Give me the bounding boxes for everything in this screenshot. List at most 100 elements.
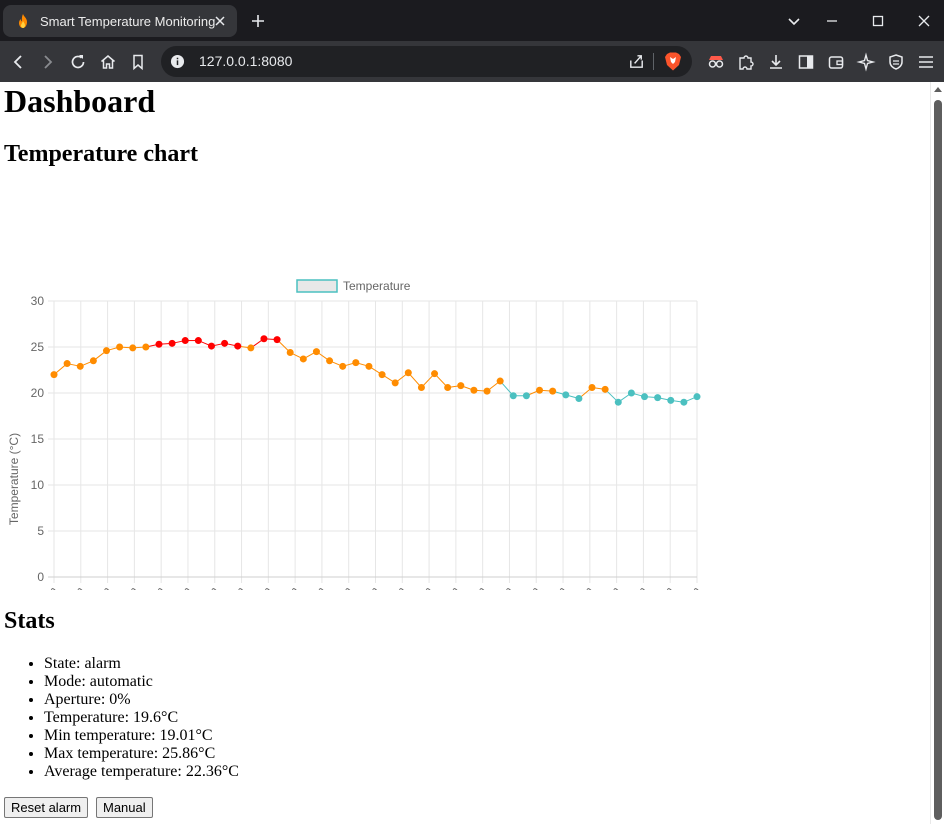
new-tab-icon[interactable]: [249, 12, 267, 30]
data-point: [89, 357, 97, 365]
data-point: [326, 357, 334, 365]
share-icon[interactable]: [627, 52, 646, 71]
data-point: [667, 396, 675, 404]
bookmark-icon[interactable]: [128, 52, 148, 72]
data-point: [116, 343, 124, 351]
stat-average-temperature: Average temperature: 22.36°C: [44, 763, 239, 781]
data-point: [142, 343, 150, 351]
chart-heading: Temperature chart: [4, 141, 198, 167]
data-point: [680, 398, 688, 406]
menu-icon[interactable]: [916, 52, 936, 72]
data-point: [549, 387, 557, 395]
data-point: [102, 347, 110, 355]
legend-swatch: [296, 279, 338, 293]
maximize-icon[interactable]: [869, 12, 887, 30]
manual-button[interactable]: Manual: [96, 797, 153, 818]
reload-icon[interactable]: [68, 52, 88, 72]
data-point: [391, 379, 399, 387]
extensions-puzzle-icon[interactable]: [736, 52, 756, 72]
data-point: [299, 355, 307, 363]
chart-y-axis-label: Temperature (°C): [7, 433, 21, 525]
y-tick-label: 20: [31, 386, 45, 400]
vpn-shield-icon[interactable]: [886, 52, 906, 72]
reset-alarm-button[interactable]: Reset alarm: [4, 797, 89, 818]
chart-grid: [48, 300, 698, 583]
brave-shields-icon[interactable]: [663, 51, 683, 72]
site-info-icon[interactable]: [170, 54, 185, 69]
data-point: [129, 344, 137, 352]
data-point: [444, 383, 452, 391]
chart-x-tick-labels: 7:00:41 pm7:00:44 pm7:00:47 pm7:00:50 pm…: [11, 584, 703, 590]
leo-ai-icon[interactable]: [856, 52, 876, 72]
data-point: [457, 382, 465, 390]
data-point: [601, 385, 609, 393]
y-tick-label: 15: [31, 432, 45, 446]
page-scrollbar[interactable]: [930, 82, 944, 824]
page-viewport: Dashboard Temperature chart 0 5 10 15 20 25 30…: [0, 82, 930, 824]
back-icon[interactable]: [8, 52, 28, 72]
url-text[interactable]: 127.0.0.1:8080: [199, 53, 292, 69]
private-window-icon[interactable]: [706, 52, 726, 72]
page-title: Dashboard: [4, 83, 156, 119]
sidebar-icon[interactable]: [796, 52, 816, 72]
data-point: [404, 369, 412, 377]
data-point: [194, 337, 202, 345]
data-point: [417, 383, 425, 391]
data-point: [627, 389, 635, 397]
data-point: [614, 398, 622, 406]
data-point: [76, 362, 84, 370]
data-point: [260, 335, 268, 343]
data-point: [352, 359, 360, 367]
data-point: [641, 393, 649, 401]
close-tab-icon[interactable]: [212, 13, 228, 29]
temperature-chart: 0 5 10 15 20 25 30 7:00:41 pm7:00:44 pm7:00:47…: [7, 279, 703, 590]
data-point: [522, 392, 530, 400]
home-icon[interactable]: [98, 52, 118, 72]
data-point: [50, 371, 58, 379]
data-point: [588, 383, 596, 391]
data-point: [654, 394, 662, 402]
chevron-down-icon[interactable]: [785, 12, 803, 30]
data-point: [63, 360, 71, 368]
data-point: [168, 339, 176, 347]
address-bar[interactable]: 127.0.0.1:8080: [161, 46, 692, 77]
data-point: [431, 370, 439, 378]
scrollbar-thumb[interactable]: [934, 100, 942, 820]
data-point: [378, 371, 386, 379]
chart-legend[interactable]: Temperature: [296, 279, 411, 293]
scroll-up-arrow-icon[interactable]: [934, 86, 942, 94]
chart-y-tick-labels: 0 5 10 15 20 25 30: [31, 294, 45, 584]
data-point: [483, 387, 491, 395]
data-point: [207, 342, 215, 350]
data-point: [365, 362, 373, 370]
y-tick-label: 10: [31, 478, 45, 492]
close-window-icon[interactable]: [915, 12, 933, 30]
data-point: [286, 349, 294, 357]
forward-icon[interactable]: [38, 52, 58, 72]
address-divider: [653, 53, 654, 70]
data-point: [339, 362, 347, 370]
stat-temperature: Temperature: 19.6°C: [44, 709, 239, 727]
data-point: [312, 348, 320, 356]
data-point: [562, 391, 570, 399]
y-tick-label: 30: [31, 294, 45, 308]
data-point: [234, 342, 242, 350]
download-icon[interactable]: [766, 52, 786, 72]
wallet-icon[interactable]: [826, 52, 846, 72]
browser-tab[interactable]: Smart Temperature Monitoring: [3, 5, 237, 37]
data-point: [247, 344, 255, 352]
data-point: [221, 339, 229, 347]
legend-label: Temperature: [343, 279, 411, 293]
browser-toolbar: 127.0.0.1:8080: [0, 41, 944, 82]
y-tick-label: 0: [37, 570, 44, 584]
minimize-icon[interactable]: [823, 12, 841, 30]
data-point: [496, 377, 504, 385]
browser-tab-bar: Smart Temperature Monitoring: [0, 0, 944, 41]
data-point: [536, 386, 544, 394]
stat-mode: Mode: automatic: [44, 673, 239, 691]
data-point: [575, 395, 583, 403]
stats-heading: Stats: [4, 608, 55, 634]
x-tick-label: 7:00:41 pm: [11, 584, 60, 590]
data-point: [155, 340, 163, 348]
stat-aperture: Aperture: 0%: [44, 691, 239, 709]
